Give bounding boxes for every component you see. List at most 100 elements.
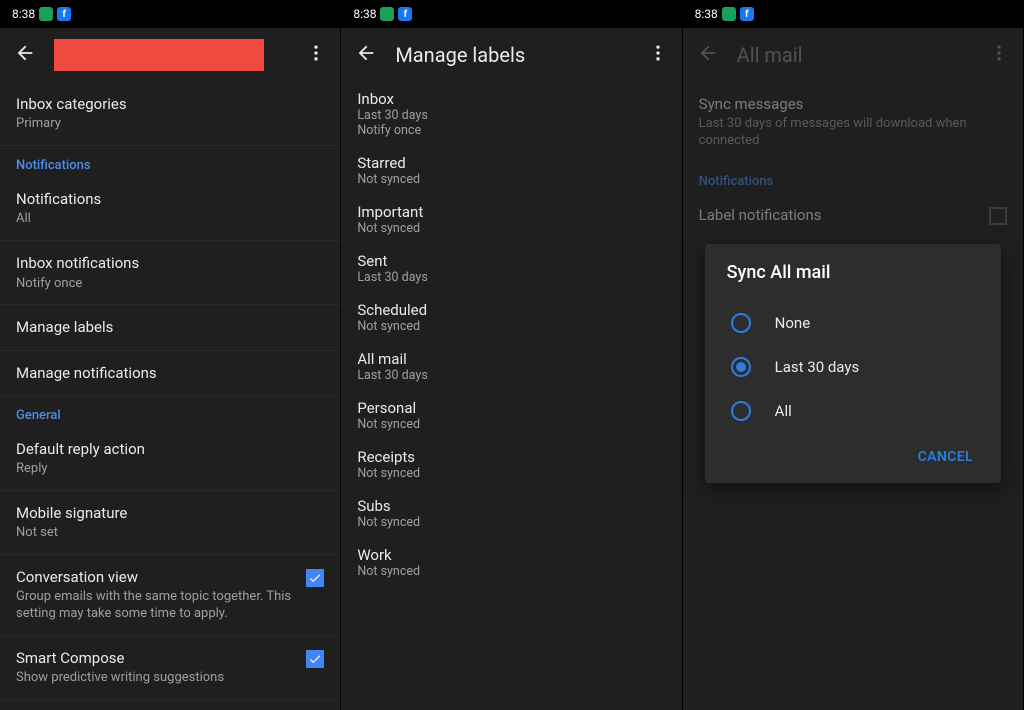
default-reply-item[interactable]: Default reply action Reply bbox=[0, 427, 340, 491]
facebook-icon: f bbox=[740, 7, 754, 21]
section-general: General bbox=[0, 396, 340, 427]
label-sub: Not synced bbox=[357, 466, 665, 481]
label-starred[interactable]: Starred Not synced bbox=[341, 146, 681, 195]
radio-label: All bbox=[775, 402, 792, 420]
whatsapp-icon bbox=[380, 7, 394, 21]
header: Manage labels bbox=[341, 28, 681, 82]
label-notifications-checkbox bbox=[989, 207, 1007, 225]
status-time: 8:38 bbox=[695, 7, 718, 21]
section-notifications: Notifications bbox=[683, 162, 1023, 193]
label-important[interactable]: Important Not synced bbox=[341, 195, 681, 244]
label-name: Inbox bbox=[357, 90, 665, 108]
label-name: Work bbox=[357, 546, 665, 564]
label-work[interactable]: Work Not synced bbox=[341, 538, 681, 587]
label-subs[interactable]: Subs Not synced bbox=[341, 489, 681, 538]
dialog-title: Sync All mail bbox=[727, 262, 979, 283]
item-title: Manage labels bbox=[16, 317, 324, 337]
item-sub: Primary bbox=[16, 116, 324, 133]
whatsapp-icon bbox=[722, 7, 736, 21]
item-sub: Show predictive writing suggestions bbox=[16, 670, 296, 687]
item-title: Default reply action bbox=[16, 439, 324, 459]
label-name: Personal bbox=[357, 399, 665, 417]
smart-reply-item[interactable]: Smart Reply bbox=[0, 700, 340, 710]
item-title: Label notifications bbox=[699, 205, 979, 225]
item-title: Manage notifications bbox=[16, 363, 324, 383]
label-sub: Not synced bbox=[357, 515, 665, 530]
item-title: Inbox notifications bbox=[16, 253, 324, 273]
label-name: Important bbox=[357, 203, 665, 221]
item-title: Notifications bbox=[16, 189, 324, 209]
item-sub: Reply bbox=[16, 461, 324, 478]
conversation-view-item[interactable]: Conversation view Group emails with the … bbox=[0, 555, 340, 636]
conversation-view-checkbox[interactable] bbox=[306, 569, 324, 587]
settings-list: Inbox categories Primary Notifications N… bbox=[0, 82, 340, 710]
label-sub: Last 30 days bbox=[357, 270, 665, 285]
smart-compose-checkbox[interactable] bbox=[306, 650, 324, 668]
labels-list: Inbox Last 30 days Notify once Starred N… bbox=[341, 82, 681, 587]
label-sent[interactable]: Sent Last 30 days bbox=[341, 244, 681, 293]
item-title: Mobile signature bbox=[16, 503, 324, 523]
back-icon[interactable] bbox=[355, 42, 377, 68]
radio-label: Last 30 days bbox=[775, 358, 860, 376]
more-icon[interactable] bbox=[648, 43, 668, 67]
radio-option-all[interactable]: All bbox=[727, 389, 979, 433]
status-time: 8:38 bbox=[353, 7, 376, 21]
more-icon bbox=[989, 43, 1009, 67]
account-email-redacted bbox=[54, 39, 264, 71]
sync-messages-item: Sync messages Last 30 days of messages w… bbox=[683, 82, 1023, 162]
radio-option-none[interactable]: None bbox=[727, 301, 979, 345]
label-name: Scheduled bbox=[357, 301, 665, 319]
item-sub: Not set bbox=[16, 525, 324, 542]
label-notifications-item: Label notifications bbox=[683, 193, 1023, 238]
item-sub: Last 30 days of messages will download w… bbox=[699, 116, 1007, 150]
radio-label: None bbox=[775, 314, 811, 332]
facebook-icon: f bbox=[57, 7, 71, 21]
item-sub: Group emails with the same topic togethe… bbox=[16, 589, 296, 623]
background-dimmed: All mail Sync messages Last 30 days of m… bbox=[683, 28, 1023, 238]
label-name: Starred bbox=[357, 154, 665, 172]
label-sub2: Notify once bbox=[357, 123, 665, 138]
header: All mail bbox=[683, 28, 1023, 82]
label-name: Sent bbox=[357, 252, 665, 270]
item-sub: Notify once bbox=[16, 276, 324, 293]
page-title: Manage labels bbox=[395, 43, 629, 67]
label-personal[interactable]: Personal Not synced bbox=[341, 391, 681, 440]
back-icon[interactable] bbox=[14, 42, 36, 68]
panel-account-settings: 8:38 f Inbox categories Primary Notifica… bbox=[0, 0, 341, 710]
label-sub: Not synced bbox=[357, 221, 665, 236]
inbox-notifications-item[interactable]: Inbox notifications Notify once bbox=[0, 240, 340, 305]
item-title: Inbox categories bbox=[16, 94, 324, 114]
mobile-signature-item[interactable]: Mobile signature Not set bbox=[0, 491, 340, 555]
section-notifications: Notifications bbox=[0, 146, 340, 177]
label-sub: Last 30 days bbox=[357, 108, 665, 123]
label-receipts[interactable]: Receipts Not synced bbox=[341, 440, 681, 489]
status-bar: 8:38 f bbox=[0, 0, 340, 28]
cancel-button[interactable]: CANCEL bbox=[912, 441, 979, 473]
back-icon bbox=[697, 42, 719, 68]
radio-icon[interactable] bbox=[731, 401, 751, 421]
status-time: 8:38 bbox=[12, 7, 35, 21]
label-name: All mail bbox=[357, 350, 665, 368]
smart-compose-item[interactable]: Smart Compose Show predictive writing su… bbox=[0, 636, 340, 700]
label-all-mail[interactable]: All mail Last 30 days bbox=[341, 342, 681, 391]
facebook-icon: f bbox=[398, 7, 412, 21]
radio-icon[interactable] bbox=[731, 357, 751, 377]
header bbox=[0, 28, 340, 82]
manage-notifications-item[interactable]: Manage notifications bbox=[0, 351, 340, 396]
label-scheduled[interactable]: Scheduled Not synced bbox=[341, 293, 681, 342]
item-title: Conversation view bbox=[16, 567, 296, 587]
whatsapp-icon bbox=[39, 7, 53, 21]
notifications-item[interactable]: Notifications All bbox=[0, 177, 340, 240]
radio-option-last30[interactable]: Last 30 days bbox=[727, 345, 979, 389]
item-title: Sync messages bbox=[699, 94, 1007, 114]
manage-labels-item[interactable]: Manage labels bbox=[0, 305, 340, 350]
radio-icon[interactable] bbox=[731, 313, 751, 333]
label-sub: Last 30 days bbox=[357, 368, 665, 383]
status-bar: 8:38 f bbox=[341, 0, 681, 28]
status-bar: 8:38 f bbox=[683, 0, 1023, 28]
label-sub: Not synced bbox=[357, 319, 665, 334]
more-icon[interactable] bbox=[306, 43, 326, 67]
label-name: Subs bbox=[357, 497, 665, 515]
label-inbox[interactable]: Inbox Last 30 days Notify once bbox=[341, 82, 681, 146]
inbox-categories-item[interactable]: Inbox categories Primary bbox=[0, 82, 340, 146]
